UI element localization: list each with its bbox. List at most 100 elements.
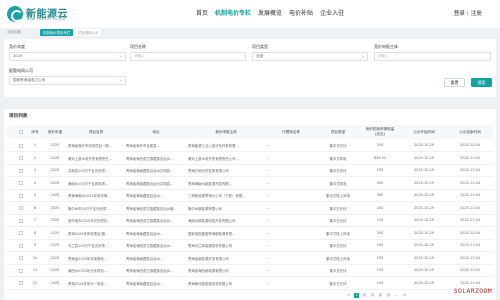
header-col-agent: 代理商名称 <box>282 129 300 134</box>
chevron-down-icon <box>119 55 123 58</box>
col-project-type: 集中式光伏 <box>329 206 347 211</box>
row-checkbox[interactable] <box>19 243 23 248</box>
col-bidder: 海南州新能源科技开发有限公司 <box>188 219 236 223</box>
nav-item-mechanism-price[interactable]: 机制电价专栏 <box>215 9 251 19</box>
row-checkbox[interactable] <box>19 168 23 173</box>
col-capacity: 150 <box>376 243 384 247</box>
col-project-type: 集中式光伏 <box>329 281 347 286</box>
col-start-date: 2025-10-29 <box>414 205 434 210</box>
login-link[interactable]: 登录 <box>454 9 465 19</box>
tab-mechanism-column[interactable]: 机制电价项目专栏 <box>40 29 74 36</box>
nav-item-overview[interactable]: 发展概览 <box>258 9 282 19</box>
table-row[interactable]: 12 2025 青海2025年风光一体化… 青海省海南藏族自治州… 青海黄河新能源发电有… <box>6 278 494 290</box>
row-checkbox[interactable] <box>19 256 23 260</box>
table-row[interactable]: 9 2025 乌兰县100万千瓦光伏项… 青海省海西蒙古族藏族自治州… 青海乌兰新能源发… <box>6 240 494 252</box>
col-agent: … <box>266 243 270 247</box>
col-project-type: 集中式风电 <box>329 181 347 186</box>
header-col-start-date: 公示开始时间 <box>413 129 435 134</box>
pagination: < 1 2 3 4 5 … > <box>346 292 407 298</box>
top-header: 新能源云 NEW ENERGY CLOUD 首页 机制电价专栏 发展概览 电价补… <box>0 0 500 28</box>
col-year: 2025 <box>50 280 60 285</box>
row-checkbox[interactable] <box>19 281 23 285</box>
col-project-name: 青海海南州2025年风光储… <box>68 194 111 198</box>
tab-project-publicity[interactable]: 项目清单公示 <box>75 29 102 36</box>
col-project-type: 集中式陆上风电 <box>326 231 350 236</box>
row-checkbox[interactable] <box>19 193 23 198</box>
row-checkbox[interactable] <box>19 218 23 223</box>
table-row[interactable]: 4 2025 海南州100万千瓦风电项… 青海省海南藏族自治州共和县… 青海海南州新能源… <box>6 178 494 190</box>
col-project-name: 青海省2025年风电基地… <box>68 256 108 261</box>
col-capacity: 200 <box>376 230 384 235</box>
col-project-name: 乌兰县100万千瓦光伏项… <box>68 244 109 248</box>
col-end-date: 2025-11-04 <box>460 280 480 285</box>
table-row[interactable]: 8 2025 青海2025年风电项目(第… 青海省海南藏族自治州… 国家电投集团青海新能… <box>6 228 494 240</box>
col-year: 2025 <box>50 218 60 222</box>
project-name-input[interactable]: 请输入 <box>130 52 246 61</box>
header-col-end-date: 公示结束时间 <box>459 129 481 134</box>
col-start-date: 2025-10-29 <box>414 143 434 147</box>
col-address: 青海省海西蒙古族藏族自治州… <box>126 244 174 248</box>
page-button[interactable]: 1 <box>354 292 359 298</box>
col-index: 1 <box>33 143 37 147</box>
table-row[interactable]: 7 2025 德令哈市2025年光伏项目… 青海省海西蒙古族藏族自治州… 海南州新能源科… <box>6 215 494 227</box>
col-year: 2025 <box>50 168 60 172</box>
nav-item-enterprise[interactable]: 企业入驻 <box>320 9 344 19</box>
page-button[interactable]: 4 <box>378 292 383 298</box>
col-address: 青海省海南藏族自治州… <box>126 281 164 286</box>
table-row[interactable]: 3 2025 共和县100万千瓦光伏项… 青海省海南藏族自治州共和县… 青海共和光伏发电… <box>6 165 494 177</box>
row-checkbox[interactable] <box>19 143 23 148</box>
select-all-checkbox[interactable] <box>19 130 23 134</box>
register-link[interactable]: 注册 <box>471 9 482 19</box>
table-row[interactable]: 2 2025 黄河上游水电开发有限责任… 青海省海西蒙古族藏族自治州… 黄河上游水电开发… <box>6 153 494 165</box>
nav-item-home[interactable]: 首页 <box>196 9 208 19</box>
row-checkbox[interactable] <box>19 231 23 235</box>
col-index: 5 <box>33 193 37 197</box>
col-index: 2 <box>33 155 37 160</box>
col-bidder: 青海能源工业上游分布开发有限… <box>188 144 239 148</box>
year-label: 竞价年度 <box>9 44 25 49</box>
year-select[interactable]: 2025 <box>9 52 126 61</box>
grid-company-select[interactable]: 国网青海省电力公司 <box>9 76 126 85</box>
page-button[interactable]: 3 <box>370 292 375 298</box>
table-row[interactable]: 11 2025 海西州2025年光伏项目… 青海省海西蒙古族藏族自治州… 青海省海西新能… <box>6 265 494 277</box>
table-row[interactable]: 10 2025 青海省2025年风电基地… 青海省海南藏族自治州… 青海省新能源开发有限… <box>6 253 494 265</box>
col-start-date: 2025-10-29 <box>414 180 434 185</box>
col-capacity: 300 <box>376 193 384 197</box>
page-button[interactable]: 2 <box>362 292 367 298</box>
search-button[interactable]: 搜索 <box>471 78 492 87</box>
col-capacity: 100 <box>376 168 384 172</box>
row-checkbox[interactable] <box>19 156 23 160</box>
row-checkbox[interactable] <box>19 268 23 273</box>
grid-company-value: 国网青海省电力公司 <box>13 78 46 82</box>
col-project-name: 青海2025年风光一体化… <box>68 281 108 286</box>
col-address: 青海省海南藏族自治州… <box>126 256 164 261</box>
section-tabs: 机制电价项目专栏 项目清单公示 <box>40 29 102 36</box>
bid-owner-placeholder: 请输入 <box>378 54 389 58</box>
table-row[interactable]: 6 2025 格尔木市50万千瓦光伏项… 青海省海西蒙古族藏族自治州格… 格尔木新能源有… <box>6 203 494 215</box>
row-checkbox[interactable] <box>19 206 23 210</box>
col-capacity: 100 <box>376 205 384 210</box>
col-bidder: 国家电投集团青海新能源有限… <box>188 231 236 236</box>
col-index: 10 <box>32 255 38 260</box>
brand-logo[interactable]: 新能源云 NEW ENERGY CLOUD <box>7 5 79 22</box>
bid-owner-label: 竞价申报主体 <box>374 44 398 49</box>
table-row[interactable]: 5 2025 青海海南州2025年风光储… 青海省海南藏族自治州… 三峡新能源青海分公司… <box>6 190 494 202</box>
bid-owner-input[interactable]: 请输入 <box>374 52 491 61</box>
table-row[interactable]: 1 2025 青海省海东市风电项目一期… 青海省海东市互助县… 青海能源工业上游分布开发… <box>6 140 494 152</box>
page-button[interactable]: 5 <box>386 292 391 298</box>
col-start-date: 2025-10-29 <box>414 255 434 260</box>
col-start-date: 2025-10-29 <box>414 230 434 235</box>
prev-page-button[interactable]: < <box>346 293 351 298</box>
col-agent: … <box>266 218 270 222</box>
page-ellipsis: … <box>395 292 399 297</box>
col-bidder: 青海共和光伏发电有限公司 <box>188 169 229 173</box>
project-type-select[interactable]: 全部 <box>252 52 368 61</box>
col-address: 青海省海南藏族自治州共和县… <box>126 181 174 186</box>
col-start-date: 2025-10-29 <box>414 243 434 247</box>
reset-button[interactable]: 重置 <box>444 78 465 87</box>
row-checkbox[interactable] <box>19 181 23 185</box>
project-type-label: 项目类型 <box>252 44 268 49</box>
next-page-button[interactable]: > <box>402 293 407 298</box>
nav-item-subsidy[interactable]: 电价补贴 <box>289 9 313 19</box>
col-project-type: 集中式光伏 <box>329 144 347 148</box>
